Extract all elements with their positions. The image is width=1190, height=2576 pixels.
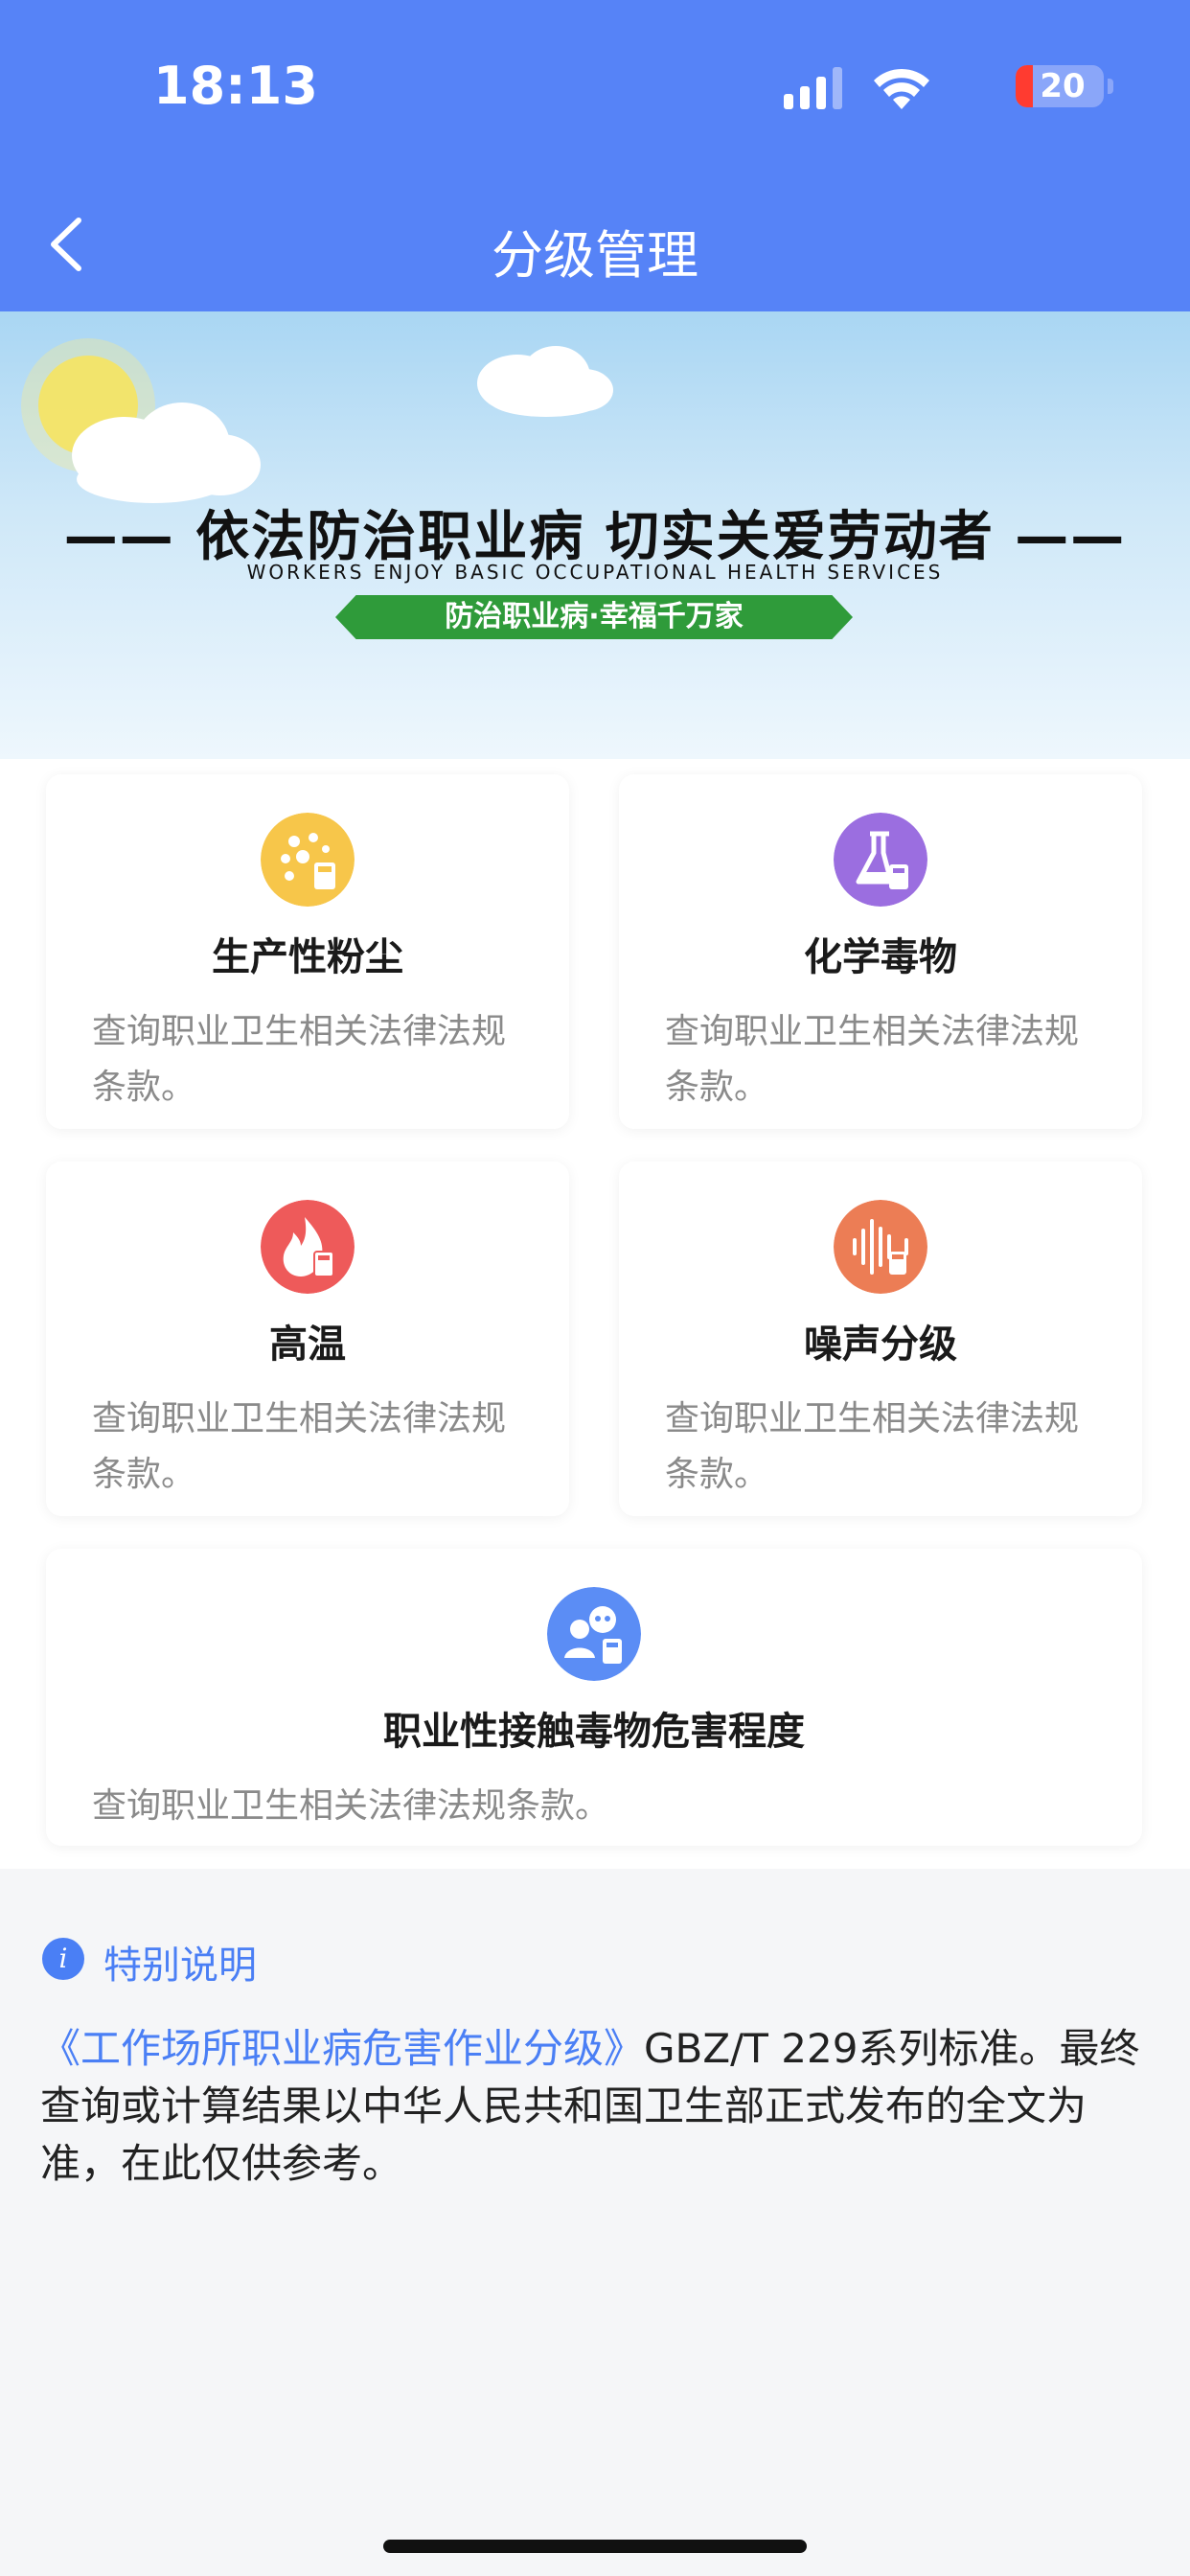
soundwave-calculator-icon xyxy=(834,1200,927,1294)
card-description: 查询职业卫生相关法律法规条款。 xyxy=(665,1399,1080,1494)
skull-calculator-icon xyxy=(547,1587,641,1681)
card-high-temperature[interactable]: 高温 查询职业卫生相关法律法规条款。 xyxy=(46,1162,569,1516)
signal-icon xyxy=(784,67,842,109)
battery-cap xyxy=(1108,79,1113,94)
banner-title: —— 依法防治职业病 切实关爱劳动者 —— xyxy=(63,506,1127,568)
card-description: 查询职业卫生相关法律法规条款。 xyxy=(92,1399,507,1494)
battery-icon: 20 xyxy=(1016,65,1113,107)
app-header: 18:13 20 分级管理 xyxy=(0,0,1190,311)
special-note-title: 特别说明 xyxy=(103,1944,257,1988)
wifi-icon xyxy=(874,68,929,109)
card-noise[interactable]: 噪声分级 查询职业卫生相关法律法规条款。 xyxy=(619,1162,1142,1516)
card-title: 噪声分级 xyxy=(804,1322,957,1367)
card-toxic-exposure[interactable]: 职业性接触毒物危害程度 查询职业卫生相关法律法规条款。 xyxy=(46,1549,1142,1846)
card-description: 查询职业卫生相关法律法规条款。 xyxy=(665,1012,1080,1107)
home-indicator[interactable] xyxy=(383,2540,807,2553)
info-icon: i xyxy=(42,1938,84,1980)
dust-calculator-icon xyxy=(261,813,355,907)
card-title: 生产性粉尘 xyxy=(212,935,403,979)
cloud-icon xyxy=(477,346,613,417)
card-dust[interactable]: 生产性粉尘 查询职业卫生相关法律法规条款。 xyxy=(46,774,569,1129)
standard-link[interactable]: 《工作场所职业病危害作业分级》 xyxy=(40,2025,644,2072)
banner-slogan: 防治职业病·幸福千万家 xyxy=(335,595,853,639)
flame-calculator-icon xyxy=(261,1200,355,1294)
card-description: 查询职业卫生相关法律法规条款。 xyxy=(92,1786,610,1826)
battery-level: 20 xyxy=(1040,67,1086,105)
card-title: 高温 xyxy=(269,1322,346,1367)
card-description: 查询职业卫生相关法律法规条款。 xyxy=(92,1012,507,1107)
special-note-text: 《工作场所职业病危害作业分级》GBZ/T 229系列标准。最终查询或计算结果以中… xyxy=(40,2020,1152,2193)
card-title: 职业性接触毒物危害程度 xyxy=(383,1710,805,1754)
category-grid: 生产性粉尘 查询职业卫生相关法律法规条款。 化学毒物 查询职业卫生相关法律法规条… xyxy=(0,759,1190,1869)
banner: —— 依法防治职业病 切实关爱劳动者 —— WORKERS ENJOY BASI… xyxy=(0,311,1190,759)
status-time: 18:13 xyxy=(153,56,318,116)
flask-calculator-icon xyxy=(834,813,927,907)
card-title: 化学毒物 xyxy=(804,935,957,979)
card-chemical[interactable]: 化学毒物 查询职业卫生相关法律法规条款。 xyxy=(619,774,1142,1129)
status-icons: 20 xyxy=(721,65,1113,111)
banner-subtitle: WORKERS ENJOY BASIC OCCUPATIONAL HEALTH … xyxy=(246,561,944,584)
page-title: 分级管理 xyxy=(492,225,698,286)
